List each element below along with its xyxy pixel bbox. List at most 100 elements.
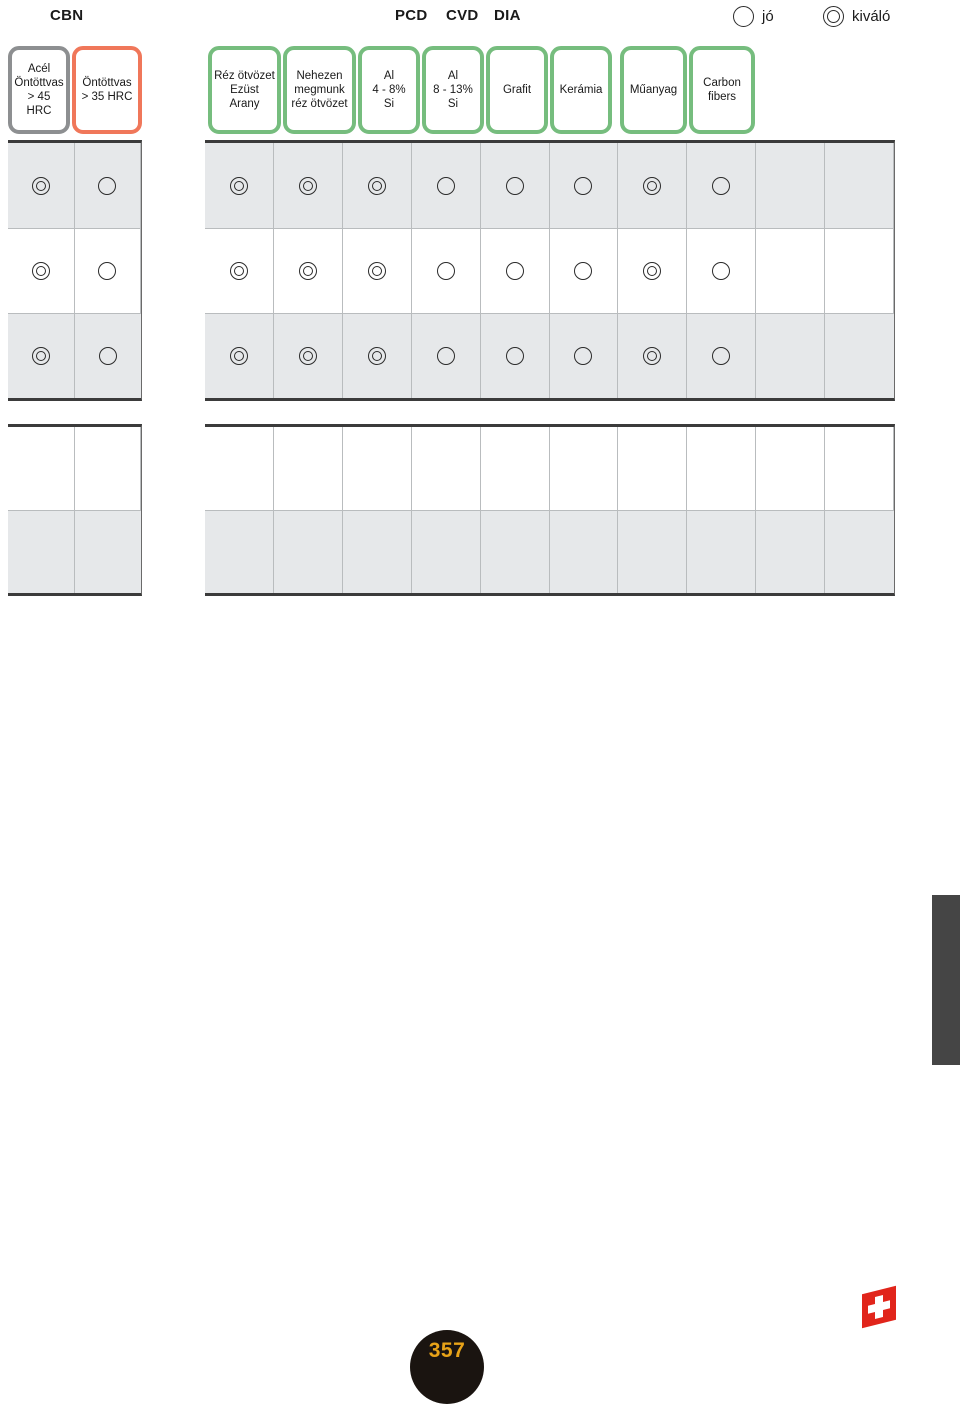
matrix-cell (687, 313, 757, 398)
material-chip-label: Réz ötvözet Ezüst Arany (214, 70, 275, 110)
matrix-cell (480, 313, 550, 398)
matrix-cell (342, 143, 412, 228)
table-upper-left (8, 140, 142, 401)
technology-label-pcd: PCD (395, 7, 428, 24)
matrix-cell (687, 143, 757, 228)
double-circle-icon (229, 262, 248, 280)
matrix-cell (687, 510, 757, 593)
matrix-cell (411, 510, 481, 593)
single-circle-icon (574, 347, 593, 365)
matrix-cell (273, 228, 343, 313)
single-circle-icon (98, 347, 117, 365)
single-circle-icon (505, 176, 524, 195)
page-number-badge: 357 (410, 1330, 484, 1404)
matrix-cell (273, 143, 343, 228)
matrix-cell (480, 510, 550, 593)
single-circle-icon (505, 262, 524, 280)
material-chip-keramia: Kerámia (550, 46, 612, 134)
matrix-cell (273, 427, 343, 510)
double-circle-icon (823, 6, 844, 27)
matrix-cell (756, 313, 826, 398)
material-chip-label: Al 4 - 8% Si (372, 70, 406, 110)
material-chip-grafit: Grafit (486, 46, 548, 134)
matrix-cell (687, 228, 757, 313)
material-chip-label: Carbon fibers (703, 77, 741, 103)
page-section-tab (932, 895, 960, 1065)
double-circle-icon (643, 262, 662, 280)
single-circle-icon (574, 176, 593, 195)
matrix-cell (549, 427, 619, 510)
material-chip-nehezen: Nehezen megmunk réz ötvözet (283, 46, 356, 134)
matrix-cell (205, 143, 274, 228)
material-chip-muanyag: Műanyag (620, 46, 687, 134)
material-chip-label: Al 8 - 13% Si (433, 70, 473, 110)
matrix-cell (825, 228, 894, 313)
matrix-cell (205, 313, 274, 398)
material-chip-carbon: Carbon fibers (689, 46, 755, 134)
single-circle-icon (712, 176, 731, 195)
matrix-cell (74, 510, 141, 593)
double-circle-icon (31, 262, 50, 280)
matrix-cell (549, 313, 619, 398)
material-chip-al-4-8: Al 4 - 8% Si (358, 46, 420, 134)
material-chip-label: Műanyag (629, 84, 678, 96)
double-circle-icon (31, 347, 50, 365)
matrix-cell (8, 313, 75, 398)
double-circle-icon (367, 176, 386, 195)
double-circle-icon (229, 347, 248, 365)
double-circle-icon (298, 262, 317, 280)
single-circle-icon (733, 6, 754, 27)
double-circle-icon (643, 176, 662, 195)
material-chip-label: Grafit (502, 84, 532, 96)
material-chip-acel: Acél Öntöttvas > 45 HRC (8, 46, 70, 134)
single-circle-icon (98, 262, 117, 280)
matrix-cell (825, 313, 894, 398)
matrix-cell (273, 510, 343, 593)
single-circle-icon (436, 176, 455, 195)
single-circle-icon (98, 176, 117, 195)
material-chip-label: Acél Öntöttvas > 45 HRC (14, 63, 64, 117)
double-circle-icon (298, 347, 317, 365)
matrix-cell (8, 427, 75, 510)
matrix-cell (342, 427, 412, 510)
double-circle-icon (229, 176, 248, 195)
single-circle-icon (712, 262, 731, 280)
matrix-cell (480, 143, 550, 228)
material-chip-ontottvas35: Öntöttvas > 35 HRC (72, 46, 142, 134)
matrix-cell (8, 510, 75, 593)
technology-label-cvd: CVD (446, 7, 479, 24)
swiss-flag-icon (862, 1285, 896, 1329)
technology-label-dia: DIA (494, 7, 521, 24)
matrix-cell (756, 228, 826, 313)
page-number: 357 (428, 1339, 466, 1362)
matrix-cell (549, 228, 619, 313)
legend-item-excellent: kiváló (823, 6, 890, 27)
matrix-cell (549, 510, 619, 593)
double-circle-icon (298, 176, 317, 195)
matrix-cell (411, 143, 481, 228)
legend-item-good: jó (733, 6, 774, 27)
matrix-cell (618, 143, 688, 228)
double-circle-icon (31, 176, 50, 195)
material-chip-label: Öntöttvas > 35 HRC (81, 77, 133, 103)
matrix-cell (480, 228, 550, 313)
single-circle-icon (436, 347, 455, 365)
matrix-cell (756, 143, 826, 228)
matrix-cell (825, 427, 894, 510)
matrix-cell (205, 228, 274, 313)
legend-label-excellent: kiváló (852, 8, 891, 25)
table-lower-left (8, 424, 142, 596)
single-circle-icon (712, 347, 731, 365)
material-chip-rez-otvozet: Réz ötvözet Ezüst Arany (208, 46, 281, 134)
matrix-cell (825, 143, 894, 228)
matrix-cell (411, 228, 481, 313)
matrix-cell (205, 510, 274, 593)
matrix-cell (74, 313, 141, 398)
matrix-cell (411, 313, 481, 398)
table-lower-right (205, 424, 895, 596)
legend-label-good: jó (762, 8, 774, 25)
matrix-cell (825, 510, 894, 593)
material-chip-label: Kerámia (559, 84, 603, 96)
catalog-page: CBN PCD CVD DIA jó kiváló Acél Öntöttvas > … (0, 0, 960, 1404)
matrix-cell (205, 427, 274, 510)
